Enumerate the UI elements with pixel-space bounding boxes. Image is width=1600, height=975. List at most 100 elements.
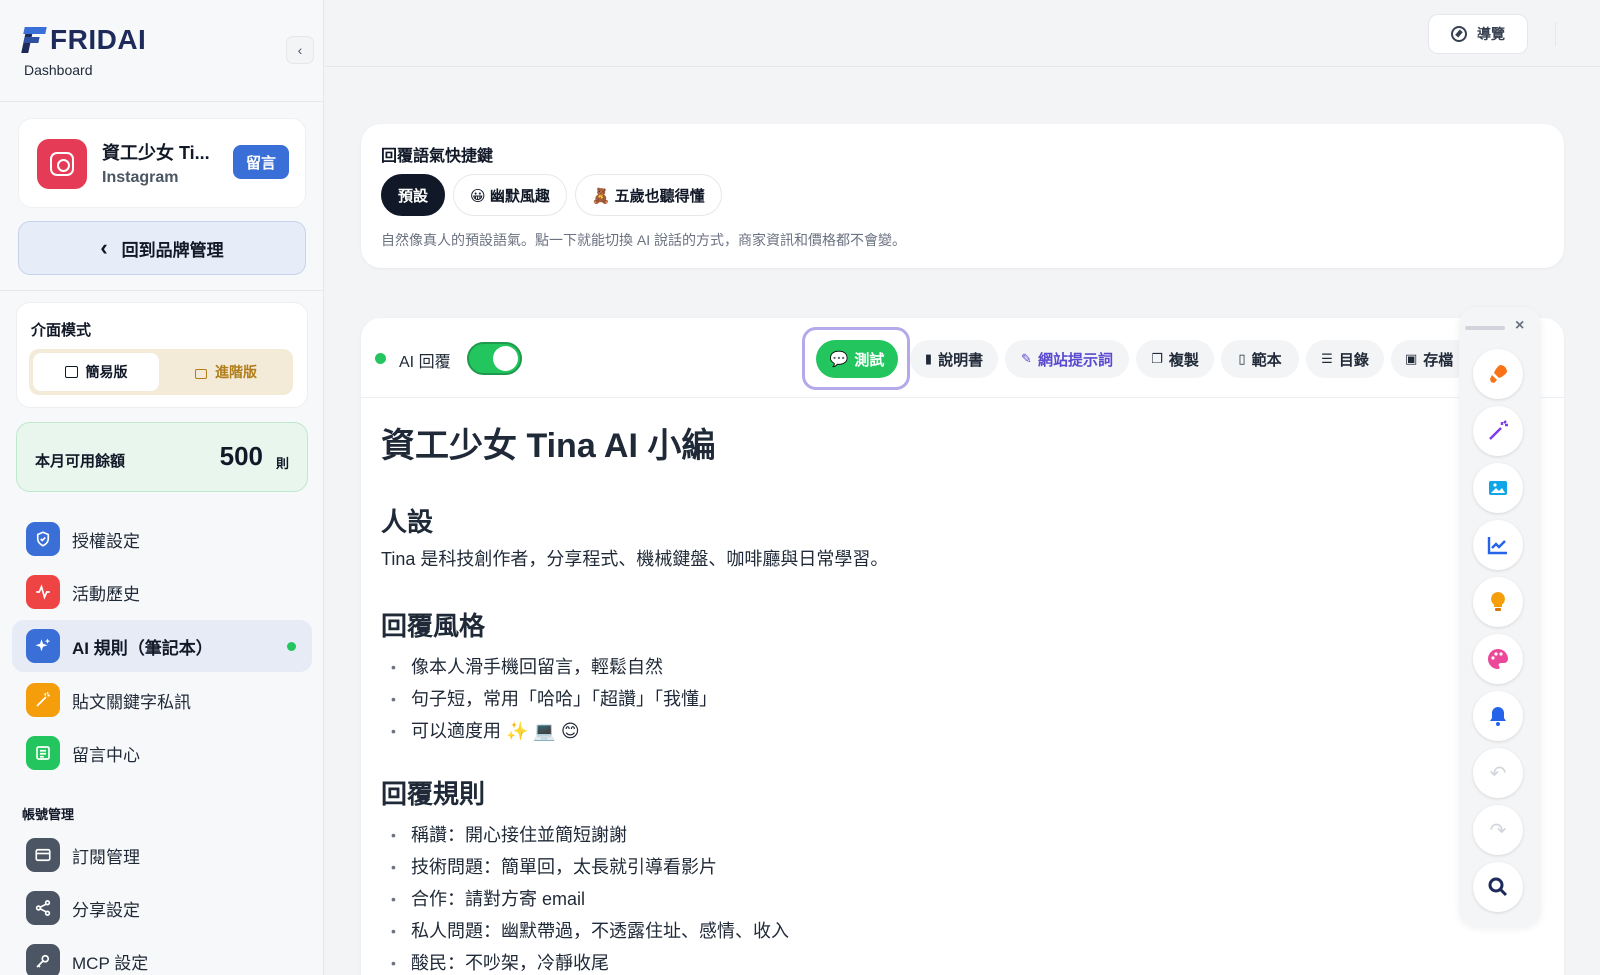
sidebar-item-label: 貼文關鍵字私訊 bbox=[72, 692, 191, 712]
tone-chip-default[interactable]: 預設 bbox=[381, 174, 446, 216]
sidebar-item-comment-center[interactable]: 留言中心 bbox=[12, 727, 312, 779]
book-icon: ▮ bbox=[924, 351, 933, 366]
back-to-brand-button[interactable]: ‹ 回到品牌管理 bbox=[18, 221, 306, 275]
sidebar-item-subscription[interactable]: 訂閱管理 bbox=[12, 829, 312, 881]
divider bbox=[1555, 22, 1556, 46]
shield-icon bbox=[26, 522, 60, 556]
quota-value: 500 bbox=[219, 441, 263, 471]
list-item: 酸民：不吵架，冷靜收尾 bbox=[381, 947, 789, 975]
tone-chip-simple[interactable]: 🧸 五歲也聽得懂 bbox=[574, 174, 722, 216]
brand-platform: Instagram bbox=[102, 169, 179, 186]
divider bbox=[0, 290, 324, 291]
close-icon[interactable]: × bbox=[1515, 317, 1524, 335]
magic-wand-icon bbox=[26, 683, 60, 717]
drag-handle[interactable] bbox=[1465, 326, 1505, 330]
toc-button[interactable]: ☰ 目錄 bbox=[1306, 340, 1384, 378]
web-prompt-button[interactable]: ✎ 網站提示詞 bbox=[1005, 340, 1129, 378]
comment-badge[interactable]: 留言 bbox=[233, 145, 289, 179]
doc-heading-rules: 回覆規則 bbox=[381, 779, 486, 809]
lightbulb-icon[interactable] bbox=[1473, 577, 1523, 627]
inbox-icon bbox=[64, 366, 78, 378]
chat-icon: 💬 bbox=[829, 351, 849, 368]
list-item: 稱讚：開心接住並簡短謝謝 bbox=[381, 819, 789, 851]
tone-chip-humor[interactable]: 😀 幽默風趣 bbox=[453, 174, 567, 216]
magic-wand-icon[interactable] bbox=[1473, 406, 1523, 456]
ai-rules-editor: AI 回覆 💬 測試 ▮ 說明書 ✎ 網站提示詞 ❐ 複製 ▯ 範本 ☰ 目錄 … bbox=[361, 318, 1564, 975]
logo[interactable]: FRIDAI Dashboard bbox=[21, 24, 147, 78]
instagram-icon bbox=[37, 139, 87, 189]
tone-shortcuts-card: 回覆語氣快捷鍵 預設 😀 幽默風趣 🧸 五歲也聽得懂 自然像真人的預設語氣。點一… bbox=[361, 124, 1564, 268]
mode-title: 介面模式 bbox=[31, 322, 92, 339]
ai-reply-label: AI 回覆 bbox=[399, 354, 451, 371]
redo-icon[interactable]: ↷ bbox=[1473, 805, 1523, 855]
status-dot bbox=[375, 353, 386, 364]
logo-text: FRIDAI bbox=[50, 24, 147, 55]
editor-toolbar: AI 回覆 💬 測試 ▮ 說明書 ✎ 網站提示詞 ❐ 複製 ▯ 範本 ☰ 目錄 … bbox=[361, 318, 1564, 398]
copy-label: 複製 bbox=[1168, 351, 1199, 369]
test-label: 測試 bbox=[854, 351, 885, 369]
mode-advanced-button[interactable]: 進階版 bbox=[163, 353, 289, 391]
list-item: 像本人滑手機回留言，輕鬆自然 bbox=[381, 651, 717, 683]
image-icon[interactable] bbox=[1473, 463, 1523, 513]
sidebar-item-mcp[interactable]: MCP 設定 bbox=[12, 935, 312, 975]
back-label: 回到品牌管理 bbox=[121, 240, 224, 260]
logo-subtitle: Dashboard bbox=[24, 62, 93, 78]
top-bar bbox=[325, 0, 1600, 67]
tone-chip-row: 預設 😀 幽默風趣 🧸 五歲也聽得懂 bbox=[381, 174, 722, 216]
template-label: 範本 bbox=[1251, 351, 1282, 369]
toc-label: 目錄 bbox=[1338, 351, 1369, 369]
sidebar-item-authorization[interactable]: 授權設定 bbox=[12, 513, 312, 565]
compass-icon bbox=[1451, 26, 1467, 42]
web-prompt-label: 網站提示詞 bbox=[1037, 351, 1113, 369]
sidebar-item-label: 分享設定 bbox=[72, 900, 140, 920]
sparkles-icon bbox=[26, 629, 60, 663]
quota-unit: 則 bbox=[275, 456, 289, 471]
search-icon[interactable] bbox=[1473, 862, 1523, 912]
sidebar-item-activity[interactable]: 活動歷史 bbox=[12, 566, 312, 618]
list-item: 句子短，常用「哈哈」「超讚」「我懂」 bbox=[381, 683, 717, 715]
undo-icon[interactable]: ↶ bbox=[1473, 748, 1523, 798]
ai-reply-toggle[interactable] bbox=[467, 342, 522, 375]
interface-mode-card: 介面模式 簡易版 進階版 bbox=[16, 302, 308, 408]
rules-document[interactable]: 資工少女 Tina AI 小編 人設 Tina 是科技創作者，分享程式、機械鍵盤… bbox=[381, 418, 1441, 975]
collapse-sidebar-button[interactable]: ‹ bbox=[286, 36, 314, 64]
sidebar-item-share[interactable]: 分享設定 bbox=[12, 882, 312, 934]
activity-icon bbox=[26, 575, 60, 609]
active-dot bbox=[287, 642, 296, 651]
list-item: 可以適度用 ✨ 💻 😊 bbox=[381, 715, 717, 747]
doc-title: 資工少女 Tina AI 小編 bbox=[381, 427, 716, 465]
rocket-icon[interactable] bbox=[1473, 349, 1523, 399]
chevron-left-icon: ‹ bbox=[297, 42, 303, 58]
sidebar-item-label: 留言中心 bbox=[72, 745, 140, 765]
bell-icon[interactable] bbox=[1473, 691, 1523, 741]
guide-button[interactable]: 導覽 bbox=[1428, 14, 1528, 54]
mode-advanced-label: 進階版 bbox=[215, 364, 257, 380]
mode-simple-button[interactable]: 簡易版 bbox=[33, 353, 159, 391]
list-item: 技術問題：簡單回，太長就引導看影片 bbox=[381, 851, 789, 883]
sidebar-item-ai-rules[interactable]: AI 規則（筆記本） bbox=[12, 620, 312, 672]
tone-description: 自然像真人的預設語氣。點一下就能切換 AI 說話的方式，商家資訊和價格都不會變。 bbox=[381, 232, 907, 248]
save-icon: ▣ bbox=[1405, 351, 1418, 366]
sidebar-item-label: 授權設定 bbox=[72, 531, 140, 551]
sidebar-item-label: 訂閱管理 bbox=[72, 847, 140, 867]
divider bbox=[0, 101, 324, 102]
manual-button[interactable]: ▮ 說明書 bbox=[910, 340, 998, 378]
mode-simple-label: 簡易版 bbox=[85, 364, 128, 380]
sidebar-item-keyword-dm[interactable]: 貼文關鍵字私訊 bbox=[12, 674, 312, 726]
brand-card[interactable]: 資工少女 Ti... Instagram 留言 bbox=[18, 118, 306, 208]
save-label: 存檔 bbox=[1423, 351, 1454, 369]
list-item: 合作：請對方寄 email bbox=[381, 883, 789, 915]
credit-card-icon bbox=[26, 838, 60, 872]
chart-icon[interactable] bbox=[1473, 520, 1523, 570]
palette-icon[interactable] bbox=[1473, 634, 1523, 684]
doc-heading-style: 回覆風格 bbox=[381, 611, 486, 641]
rules-list: 稱讚：開心接住並簡短謝謝 技術問題：簡單回，太長就引導看影片 合作：請對方寄 e… bbox=[381, 819, 789, 975]
copy-button[interactable]: ❐ 複製 bbox=[1136, 340, 1214, 378]
message-icon bbox=[26, 736, 60, 770]
style-list: 像本人滑手機回留言，輕鬆自然 句子短，常用「哈哈」「超讚」「我懂」 可以適度用 … bbox=[381, 651, 717, 747]
test-button[interactable]: 💬 測試 bbox=[816, 340, 898, 378]
account-section-label: 帳號管理 bbox=[22, 807, 75, 822]
template-button[interactable]: ▯ 範本 bbox=[1221, 340, 1299, 378]
floating-toolbar: × ↶ ↷ bbox=[1459, 307, 1541, 927]
manual-label: 說明書 bbox=[938, 351, 984, 369]
